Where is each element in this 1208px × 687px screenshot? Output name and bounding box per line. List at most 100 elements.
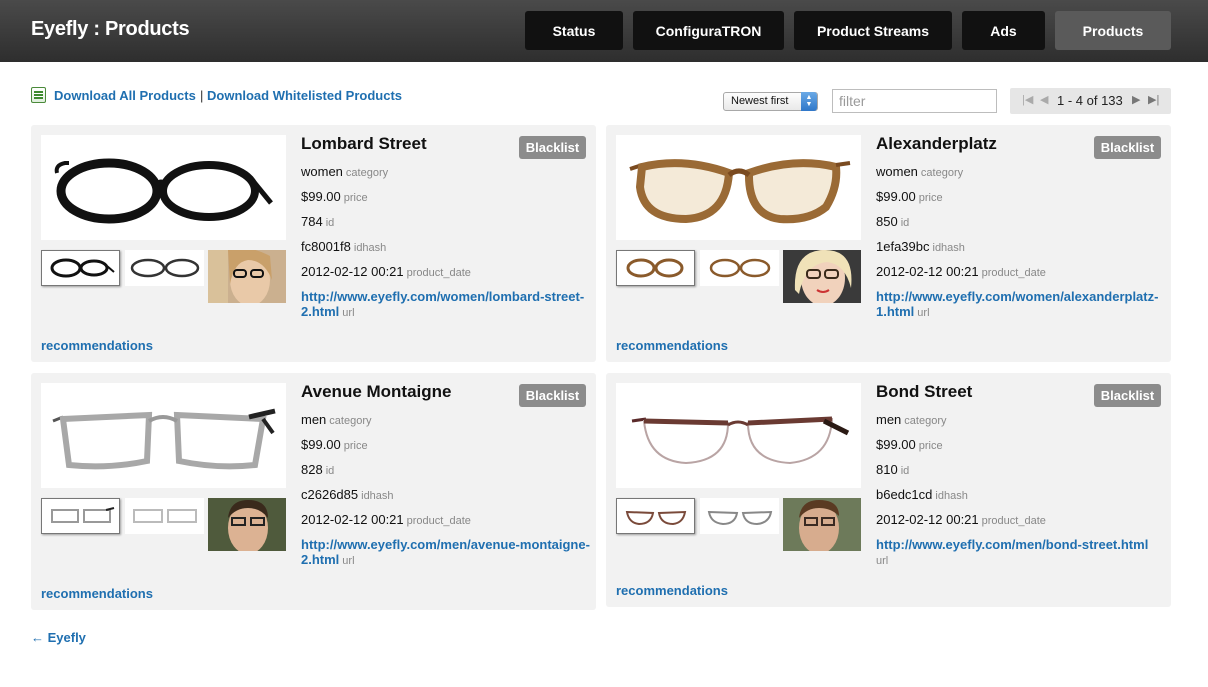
top-bar: Eyefly : Products Status ConfiguraTRON P… (0, 0, 1208, 62)
download-all-link[interactable]: Download All Products (54, 88, 196, 103)
category-label: category (904, 415, 947, 427)
price-field: $99.00 price (876, 189, 943, 204)
category-value: men (876, 412, 902, 427)
product-thumbnail[interactable] (125, 250, 204, 286)
idhash-field: fc8001f8 idhash (301, 239, 386, 254)
id-label: id (325, 465, 335, 477)
id-field: 810 id (876, 462, 909, 477)
category-field: men category (301, 412, 372, 427)
product-main-image[interactable] (616, 383, 861, 488)
product-thumbnail[interactable] (616, 250, 695, 286)
download-whitelisted-link[interactable]: Download Whitelisted Products (207, 88, 402, 103)
product-thumbnail[interactable] (700, 498, 779, 534)
nav-products[interactable]: Products (1055, 11, 1171, 50)
recommendations-link[interactable]: recommendations (616, 338, 728, 353)
price-value: $99.00 (301, 189, 341, 204)
price-field: $99.00 price (301, 189, 368, 204)
first-page-icon[interactable]: |◀ (1022, 93, 1033, 106)
blacklist-button[interactable]: Blacklist (519, 384, 586, 407)
next-page-icon[interactable]: ▶ (1132, 93, 1140, 106)
product-card: Avenue Montaigne Blacklist men category $… (31, 373, 596, 610)
last-page-icon[interactable]: ▶| (1148, 93, 1159, 106)
product-main-image[interactable] (41, 383, 286, 488)
category-field: men category (876, 412, 947, 427)
id-field: 850 id (876, 214, 909, 229)
product-thumbnail[interactable] (41, 498, 120, 534)
woman-face-image (783, 250, 861, 303)
url-label: url (917, 307, 930, 319)
updown-arrow-icon: ▲ ▼ (801, 92, 817, 111)
product-thumbnail[interactable] (41, 250, 120, 286)
pager: |◀ ◀ 1 - 4 of 133 ▶ ▶| (1010, 88, 1171, 114)
glasses-thumb-image (709, 258, 770, 278)
product-card: Lombard Street Blacklist women category $… (31, 125, 596, 362)
product-main-image[interactable] (616, 135, 861, 240)
man-face-image (208, 498, 286, 551)
glasses-image (628, 158, 850, 223)
product-thumbnail[interactable] (125, 498, 204, 534)
nav-product-streams[interactable]: Product Streams (794, 11, 952, 50)
product-url-link[interactable]: http://www.eyefly.com/men/bond-street.ht… (876, 537, 1148, 552)
blacklist-button[interactable]: Blacklist (519, 136, 586, 159)
price-label: price (918, 192, 943, 204)
model-photo[interactable] (783, 498, 861, 551)
product-main-image[interactable] (41, 135, 286, 240)
idhash-field: 1efa39bc idhash (876, 239, 965, 254)
woman-face-image (208, 250, 286, 303)
glasses-thumb-image (50, 507, 114, 523)
recommendations-link[interactable]: recommendations (41, 338, 153, 353)
product-card: Alexanderplatz Blacklist women category $… (606, 125, 1171, 362)
recommendations-link[interactable]: recommendations (616, 583, 728, 598)
model-photo[interactable] (208, 498, 286, 551)
id-value: 810 (876, 462, 898, 477)
prev-page-icon[interactable]: ◀ (1040, 93, 1048, 106)
product-date-value: 2012-02-12 00:21 (876, 512, 979, 527)
product-thumbnail[interactable] (700, 250, 779, 286)
glasses-thumb-image (626, 258, 683, 278)
idhash-label: idhash (353, 242, 387, 254)
idhash-label: idhash (935, 490, 968, 502)
glasses-image (54, 158, 273, 223)
product-date-label: product_date (981, 515, 1046, 527)
nav-ads[interactable]: Ads (962, 11, 1045, 50)
app-title: Eyefly : Products (31, 18, 190, 40)
product-date-label: product_date (981, 267, 1046, 279)
category-field: women category (301, 164, 388, 179)
product-date-value: 2012-02-12 00:21 (301, 512, 404, 527)
product-name: Bond Street (876, 382, 973, 401)
blacklist-button[interactable]: Blacklist (1094, 136, 1161, 159)
price-field: $99.00 price (301, 437, 368, 452)
url-field: http://www.eyefly.com/men/avenue-montaig… (301, 537, 591, 569)
product-date-field: 2012-02-12 00:21 product_date (301, 264, 471, 279)
category-value: men (301, 412, 327, 427)
id-value: 784 (301, 214, 323, 229)
idhash-value: c2626d85 (301, 487, 359, 502)
glasses-image (51, 408, 276, 469)
sort-select[interactable]: Newest first ▲ ▼ (723, 92, 818, 111)
blacklist-button[interactable]: Blacklist (1094, 384, 1161, 407)
model-photo[interactable] (208, 250, 286, 303)
url-field: http://www.eyefly.com/women/lombard-stre… (301, 289, 591, 321)
product-date-field: 2012-02-12 00:21 product_date (876, 512, 1046, 527)
man-face-image (783, 498, 861, 551)
price-field: $99.00 price (876, 437, 943, 452)
nav-configuratron[interactable]: ConfiguraTRON (633, 11, 784, 50)
url-label: url (342, 307, 355, 319)
back-to-eyefly-link[interactable]: ← Eyefly (31, 630, 86, 645)
category-label: category (920, 167, 964, 179)
filter-input[interactable] (832, 89, 997, 113)
product-date-field: 2012-02-12 00:21 product_date (876, 264, 1046, 279)
price-value: $99.00 (876, 437, 916, 452)
category-value: women (301, 164, 343, 179)
nav-status[interactable]: Status (525, 11, 623, 50)
recommendations-link[interactable]: recommendations (41, 586, 153, 601)
product-thumbnail[interactable] (616, 498, 695, 534)
id-field: 828 id (301, 462, 334, 477)
idhash-value: b6edc1cd (876, 487, 933, 502)
category-value: women (876, 164, 918, 179)
url-label: url (876, 555, 889, 567)
product-date-value: 2012-02-12 00:21 (876, 264, 979, 279)
idhash-label: idhash (932, 242, 965, 254)
url-label: url (342, 555, 355, 567)
model-photo[interactable] (783, 250, 861, 303)
